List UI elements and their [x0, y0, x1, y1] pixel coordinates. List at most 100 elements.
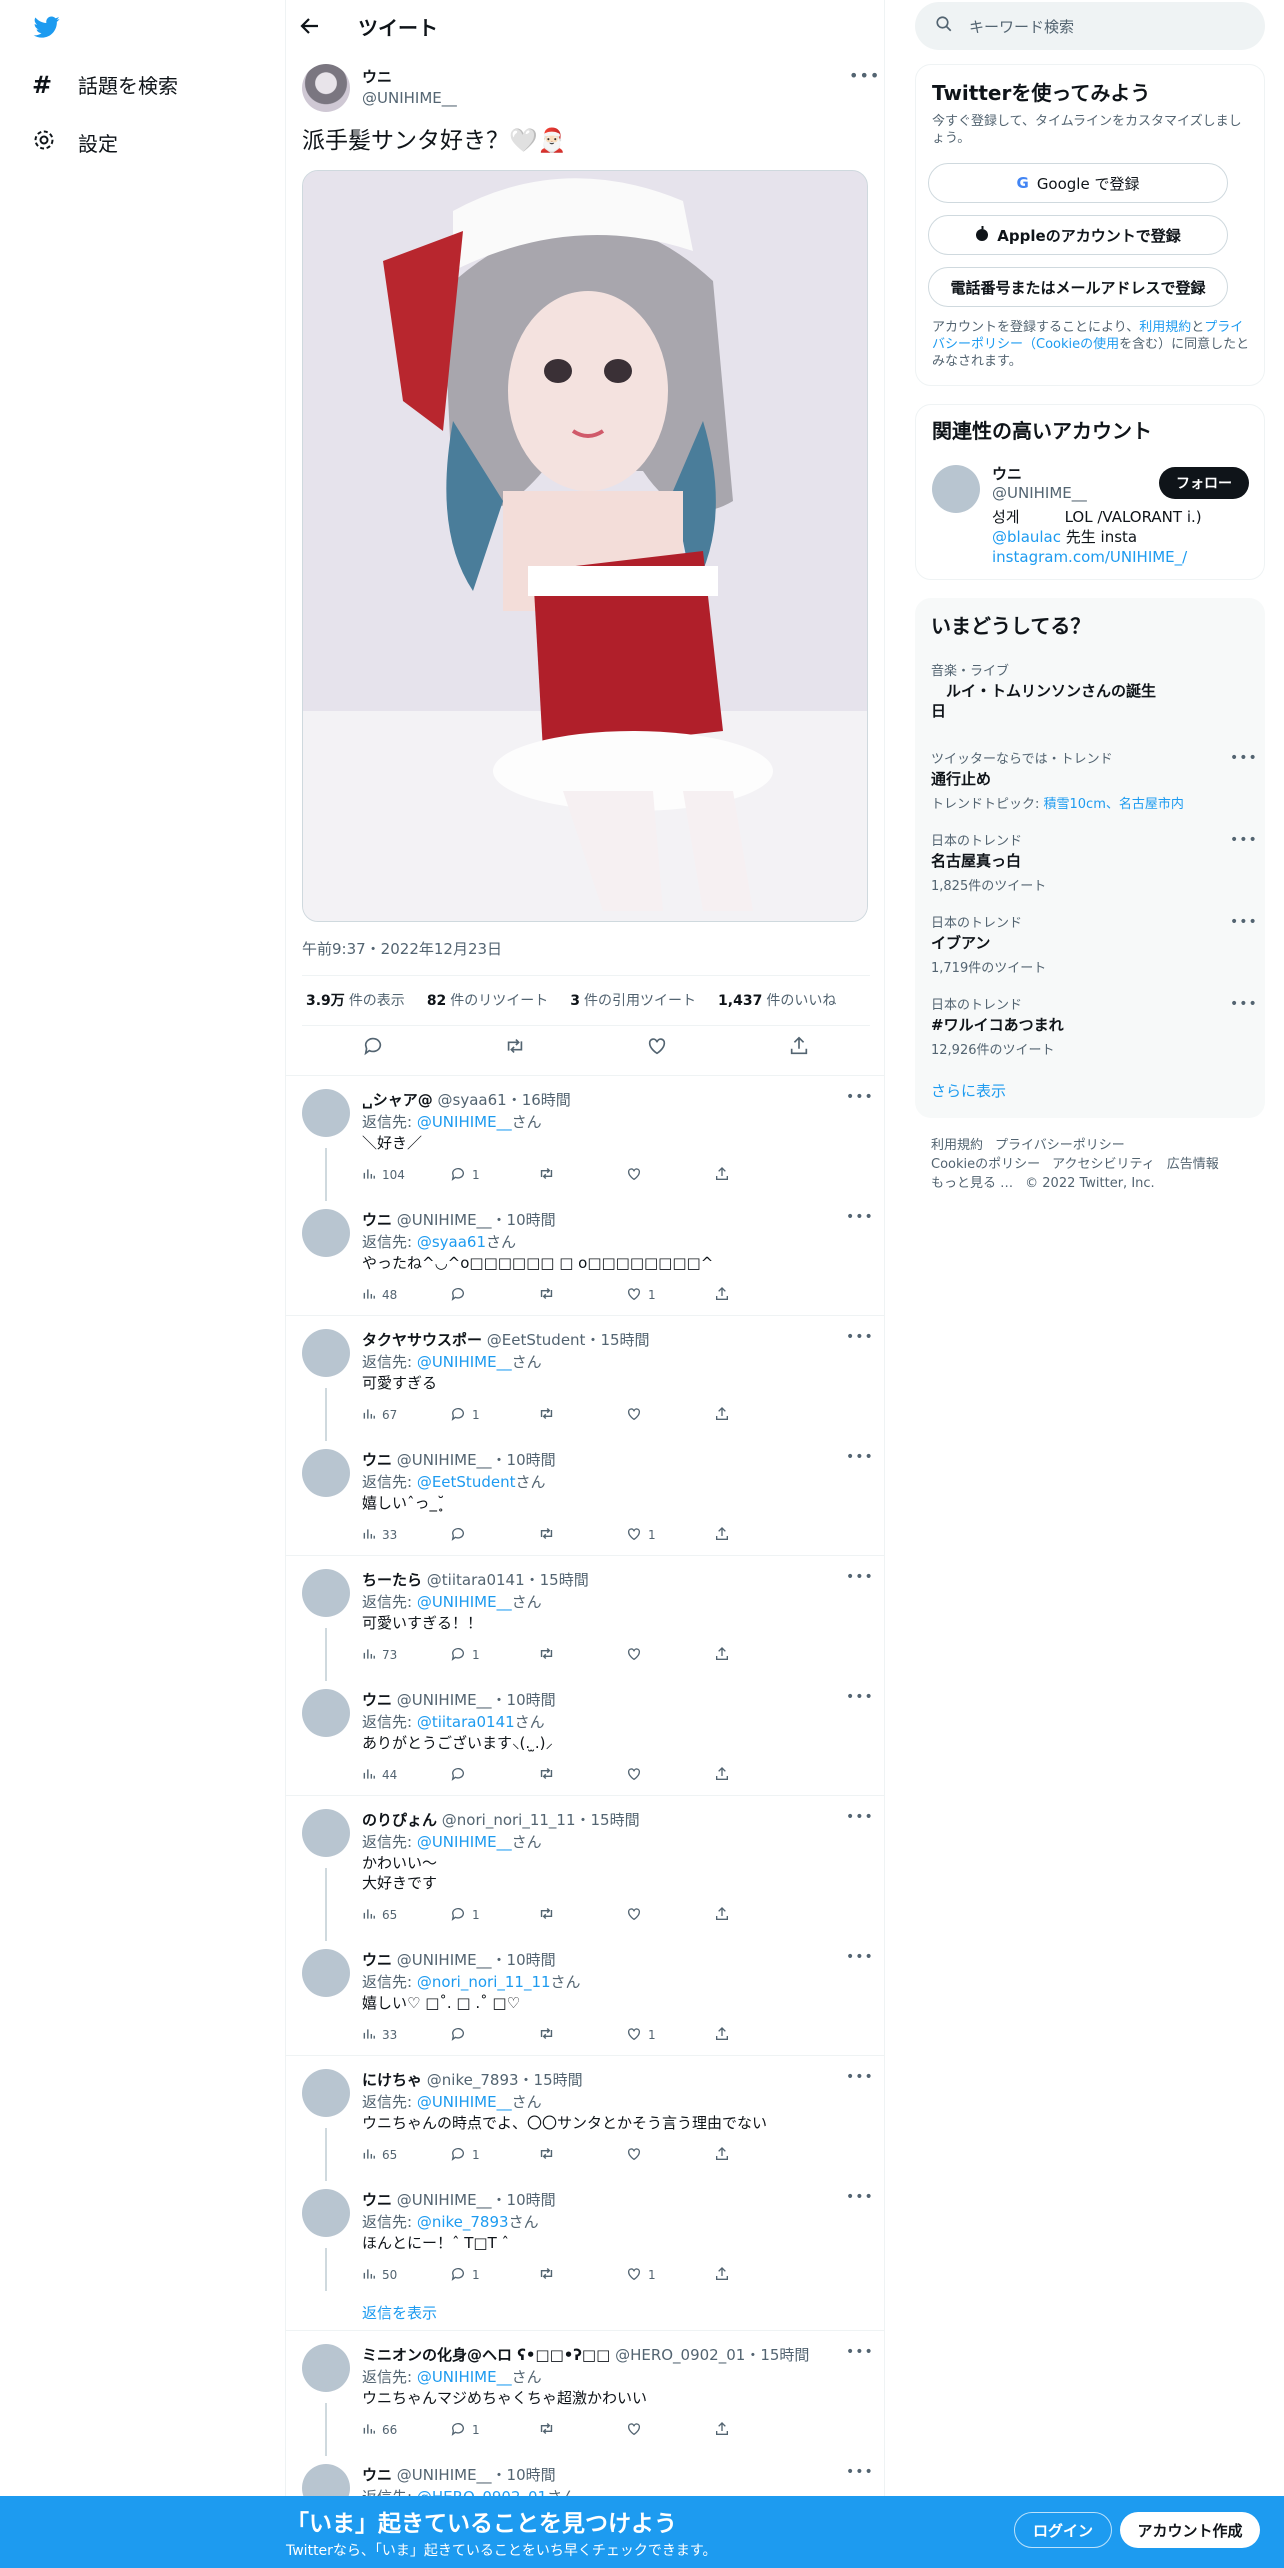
views-button[interactable]: 44: [362, 1767, 450, 1784]
reply-author-handle[interactable]: @tiitara0141: [427, 1571, 525, 1589]
reply-time[interactable]: ・10時間: [492, 2191, 556, 2209]
views-button[interactable]: 104: [362, 1167, 450, 1184]
share-button[interactable]: [714, 1526, 802, 1545]
trend-item[interactable]: ツイッターならでは・トレンド 通行止め トレンドトピック: 積雪10cm、名古屋…: [931, 748, 1251, 812]
avatar[interactable]: [302, 1949, 350, 1997]
like-button[interactable]: [626, 2421, 714, 2440]
avatar[interactable]: [302, 2069, 350, 2117]
reply-button[interactable]: 1: [450, 2146, 538, 2165]
more-options-icon[interactable]: •••: [846, 1089, 874, 1105]
reply-author-name[interactable]: ウニ: [362, 2191, 392, 2209]
mention-link[interactable]: @tiitara0141: [417, 1713, 515, 1731]
views-button[interactable]: 66: [362, 2422, 450, 2439]
nav-settings[interactable]: 設定: [32, 128, 118, 157]
reply-button[interactable]: 1: [450, 2421, 538, 2440]
reply-button[interactable]: [450, 1526, 538, 1545]
retweet-button[interactable]: [538, 2265, 626, 2285]
reply-time[interactable]: ・16時間: [507, 1091, 571, 1109]
retweet-button[interactable]: [538, 2025, 626, 2045]
show-replies-link[interactable]: 返信を表示: [362, 2302, 437, 2323]
bio-mention-link[interactable]: @blaulac: [992, 528, 1061, 546]
login-button[interactable]: ログイン: [1014, 2512, 1112, 2548]
share-button[interactable]: [714, 1406, 802, 1425]
tweet-photo[interactable]: [302, 170, 868, 922]
views-stat[interactable]: 3.9万 件の表示: [306, 990, 405, 1010]
retweet-button[interactable]: [538, 1645, 626, 1665]
share-button[interactable]: [714, 2146, 802, 2165]
reply-button[interactable]: 1: [450, 1166, 538, 1185]
more-options-icon[interactable]: •••: [846, 2189, 874, 2205]
related-account[interactable]: ウニ @UNIHIME__: [992, 463, 1087, 502]
terms-link[interactable]: 利用規約: [1139, 320, 1191, 335]
share-button[interactable]: [714, 1166, 802, 1185]
quotes-stat[interactable]: 3 件の引用ツイート: [570, 990, 696, 1010]
footer-link[interactable]: プライバシーポリシー: [995, 1138, 1125, 1153]
reply-author-name[interactable]: ミニオンの化身@ヘロ ʕ•□□•ʔ□□: [362, 2346, 610, 2364]
views-button[interactable]: 65: [362, 1907, 450, 1924]
footer-link[interactable]: アクセシビリティ: [1052, 1157, 1155, 1172]
reply-time[interactable]: ・15時間: [745, 2346, 809, 2364]
reply-time[interactable]: ・15時間: [576, 1811, 640, 1829]
more-options-icon[interactable]: •••: [846, 2464, 874, 2480]
mention-link[interactable]: @UNIHIME__: [417, 1833, 512, 1851]
google-signup-button[interactable]: G Google で登録: [928, 163, 1228, 203]
reply-time[interactable]: ・10時間: [492, 1691, 556, 1709]
like-button[interactable]: [626, 1166, 714, 1185]
more-options-icon[interactable]: •••: [846, 1689, 874, 1705]
author-name[interactable]: ウニ: [362, 66, 457, 87]
reply-author-handle[interactable]: @UNIHIME__: [397, 1691, 492, 1709]
show-more-link[interactable]: さらに表示: [931, 1080, 1006, 1101]
footer-link[interactable]: Cookieのポリシー: [931, 1157, 1040, 1172]
share-button[interactable]: [714, 2266, 802, 2285]
footer-link[interactable]: 利用規約: [931, 1138, 983, 1153]
trend-item[interactable]: 日本のトレンド 名古屋真っ白 1,825件のツイート: [931, 830, 1251, 894]
reply-author-name[interactable]: ウニ: [362, 1451, 392, 1469]
more-options-icon[interactable]: •••: [846, 1449, 874, 1465]
reply-author-handle[interactable]: @UNIHIME__: [397, 1211, 492, 1229]
retweet-button[interactable]: [538, 1285, 626, 1305]
reply-time[interactable]: ・15時間: [525, 1571, 589, 1589]
more-options-icon[interactable]: •••: [846, 1209, 874, 1225]
reply-button[interactable]: 1: [450, 1406, 538, 1425]
views-button[interactable]: 67: [362, 1407, 450, 1424]
trend-item[interactable]: 日本のトレンド イブアン 1,719件のツイート: [931, 912, 1251, 976]
like-button[interactable]: 1: [626, 2026, 714, 2045]
like-button[interactable]: 1: [626, 1526, 714, 1545]
reply-time[interactable]: ・10時間: [492, 1951, 556, 1969]
like-icon[interactable]: [646, 1035, 668, 1061]
reply-button[interactable]: 1: [450, 1906, 538, 1925]
retweet-icon[interactable]: [504, 1035, 526, 1061]
reply-author-name[interactable]: ウニ: [362, 1211, 392, 1229]
more-options-icon[interactable]: •••: [846, 2069, 874, 2085]
reply-time[interactable]: ・10時間: [492, 2466, 556, 2484]
mention-link[interactable]: @UNIHIME__: [417, 2093, 512, 2111]
nav-explore[interactable]: # 話題を検索: [32, 70, 178, 99]
more-options-icon[interactable]: •••: [1230, 996, 1258, 1012]
retweet-button[interactable]: [538, 2145, 626, 2165]
footer-link[interactable]: もっと見る …: [931, 1176, 1013, 1191]
avatar[interactable]: [302, 1449, 350, 1497]
reply-author-name[interactable]: ウニ: [362, 1951, 392, 1969]
reply-time[interactable]: ・10時間: [492, 1451, 556, 1469]
retweet-button[interactable]: [538, 2420, 626, 2440]
reply-author-handle[interactable]: @UNIHIME__: [397, 2191, 492, 2209]
bio-url-link[interactable]: instagram.com/UNIHIME_/: [992, 547, 1202, 567]
reply-author-name[interactable]: タクヤサウスポー: [362, 1331, 482, 1349]
more-options-icon[interactable]: •••: [1230, 750, 1258, 766]
more-options-icon[interactable]: •••: [849, 66, 880, 85]
reply-icon[interactable]: [362, 1035, 384, 1061]
like-button[interactable]: [626, 2146, 714, 2165]
like-button[interactable]: [626, 1646, 714, 1665]
mention-link[interactable]: @UNIHIME__: [417, 2368, 512, 2386]
reply-author-handle[interactable]: @UNIHIME__: [397, 2466, 492, 2484]
reply-author-name[interactable]: にけちゃ: [362, 2071, 422, 2089]
mention-link[interactable]: @UNIHIME__: [417, 1593, 512, 1611]
views-button[interactable]: 33: [362, 2027, 450, 2044]
avatar[interactable]: [302, 1809, 350, 1857]
reply-author-name[interactable]: ウニ: [362, 2466, 392, 2484]
views-button[interactable]: 33: [362, 1527, 450, 1544]
retweet-button[interactable]: [538, 1165, 626, 1185]
more-options-icon[interactable]: •••: [1230, 832, 1258, 848]
mention-link[interactable]: @nori_nori_11_11: [417, 1973, 551, 1991]
reply-author-handle[interactable]: @syaa61: [438, 1091, 507, 1109]
